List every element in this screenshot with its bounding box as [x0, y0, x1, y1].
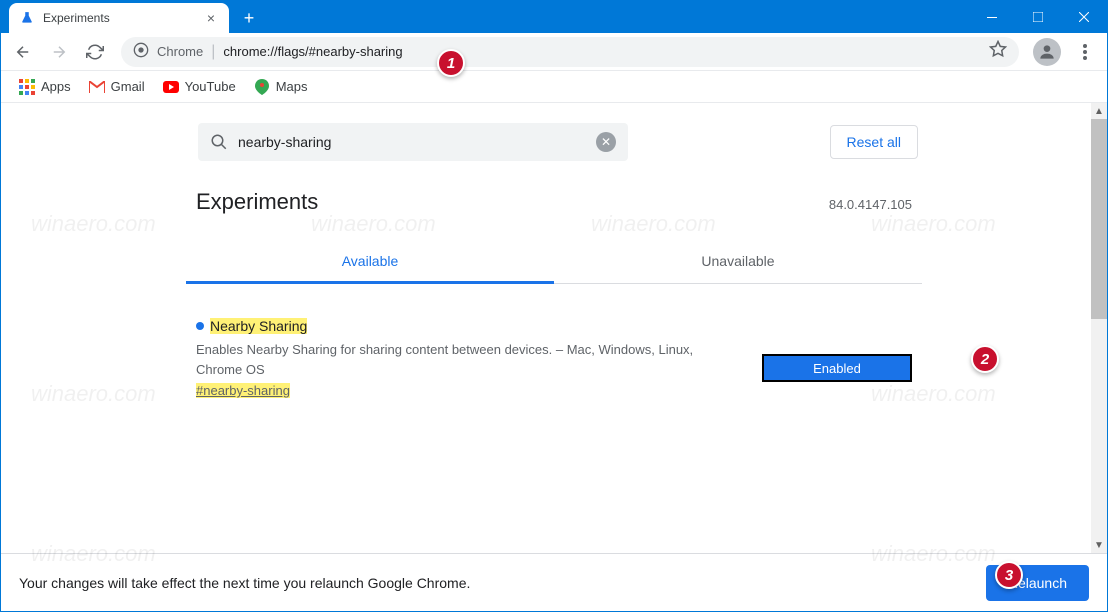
- flag-select-wrap: Enabled: [762, 336, 912, 400]
- address-url: chrome://flags/#nearby-sharing: [223, 44, 402, 59]
- gmail-icon: [89, 79, 105, 95]
- bookmarks-bar: Apps Gmail YouTube Maps: [1, 71, 1107, 103]
- bookmark-gmail[interactable]: Gmail: [81, 75, 153, 99]
- close-tab-icon[interactable]: ×: [207, 10, 215, 26]
- forward-button[interactable]: [43, 36, 75, 68]
- close-window-button[interactable]: [1061, 1, 1107, 33]
- bookmark-apps[interactable]: Apps: [11, 75, 79, 99]
- bookmark-label: Gmail: [111, 79, 145, 94]
- bookmark-label: Apps: [41, 79, 71, 94]
- kebab-menu-button[interactable]: [1069, 36, 1101, 68]
- window-controls: [969, 1, 1107, 33]
- flask-icon: [19, 10, 35, 26]
- apps-icon: [19, 79, 35, 95]
- profile-button[interactable]: [1033, 38, 1061, 66]
- clear-search-icon[interactable]: ✕: [596, 132, 616, 152]
- maximize-button[interactable]: [1015, 1, 1061, 33]
- annotation-callout-1: 1: [437, 49, 465, 77]
- new-tab-button[interactable]: +: [235, 4, 263, 32]
- site-info-icon[interactable]: [133, 42, 149, 61]
- scroll-down-arrow-icon[interactable]: ▼: [1091, 537, 1107, 553]
- address-bar[interactable]: Chrome | chrome://flags/#nearby-sharing: [121, 37, 1019, 67]
- flag-entry: Nearby Sharing Enables Nearby Sharing fo…: [186, 318, 922, 400]
- browser-tab[interactable]: Experiments ×: [9, 3, 229, 33]
- bookmark-star-icon[interactable]: [989, 40, 1007, 63]
- search-flags-field[interactable]: [238, 134, 586, 150]
- page-content: ✕ Reset all Experiments 84.0.4147.105 Av…: [1, 103, 1107, 553]
- bookmark-youtube[interactable]: YouTube: [155, 75, 244, 99]
- reload-button[interactable]: [79, 36, 111, 68]
- scroll-up-arrow-icon[interactable]: ▲: [1091, 103, 1107, 119]
- bookmark-label: YouTube: [185, 79, 236, 94]
- flags-tabs: Available Unavailable: [186, 241, 922, 284]
- address-chip: Chrome: [157, 44, 203, 59]
- page-title: Experiments: [196, 189, 318, 215]
- flag-description: Enables Nearby Sharing for sharing conte…: [196, 340, 742, 379]
- footer-message: Your changes will take effect the next t…: [19, 575, 470, 591]
- annotation-callout-2: 2: [971, 345, 999, 373]
- maps-icon: [254, 79, 270, 95]
- minimize-button[interactable]: [969, 1, 1015, 33]
- relaunch-footer: Your changes will take effect the next t…: [1, 553, 1107, 611]
- scroll-thumb[interactable]: [1091, 119, 1107, 319]
- window-titlebar: Experiments × +: [1, 1, 1107, 33]
- reset-all-button[interactable]: Reset all: [830, 125, 918, 159]
- chrome-version: 84.0.4147.105: [829, 197, 912, 212]
- flag-anchor-link[interactable]: #nearby-sharing: [196, 383, 290, 398]
- modified-indicator-icon: [196, 322, 204, 330]
- search-icon: [210, 133, 228, 151]
- tab-title: Experiments: [43, 11, 110, 25]
- tab-available[interactable]: Available: [186, 241, 554, 284]
- search-flags-input[interactable]: ✕: [198, 123, 628, 161]
- vertical-scrollbar[interactable]: ▲ ▼: [1091, 103, 1107, 553]
- bookmark-label: Maps: [276, 79, 308, 94]
- bookmark-maps[interactable]: Maps: [246, 75, 316, 99]
- flag-state-select[interactable]: Enabled: [762, 354, 912, 382]
- tab-unavailable[interactable]: Unavailable: [554, 241, 922, 283]
- flag-title: Nearby Sharing: [210, 318, 307, 334]
- back-button[interactable]: [7, 36, 39, 68]
- address-separator: |: [211, 43, 215, 61]
- browser-toolbar: Chrome | chrome://flags/#nearby-sharing: [1, 33, 1107, 71]
- annotation-callout-3: 3: [995, 561, 1023, 589]
- youtube-icon: [163, 79, 179, 95]
